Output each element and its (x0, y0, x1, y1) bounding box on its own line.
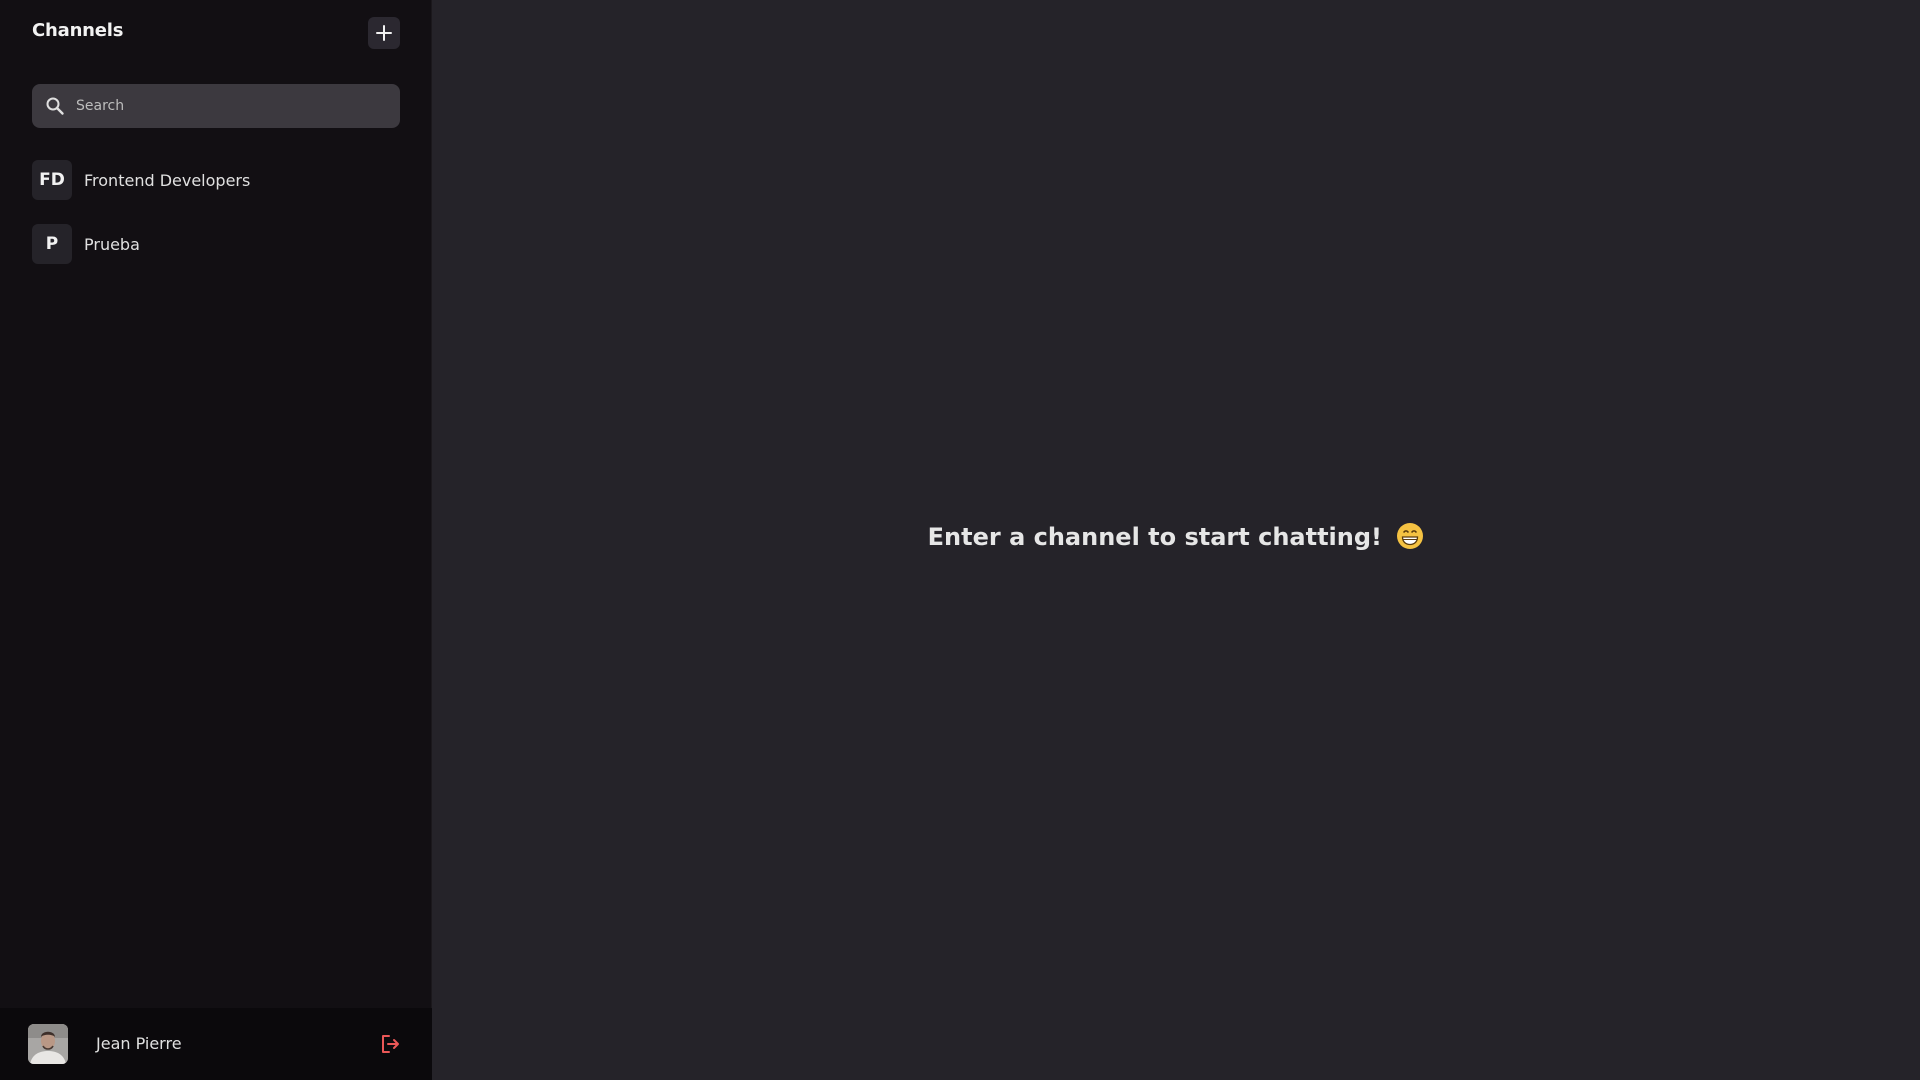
search-box[interactable] (32, 84, 400, 128)
app-window: Channels FD Frontend Developers P Prueba (0, 0, 1920, 1080)
channel-avatar: P (32, 224, 72, 264)
logout-icon (382, 1035, 399, 1053)
logout-button[interactable] (378, 1032, 402, 1056)
add-channel-button[interactable] (368, 17, 400, 49)
user-avatar-photo (28, 1024, 68, 1064)
user-avatar[interactable] (28, 1024, 68, 1064)
grinning-face-emoji (1397, 523, 1424, 549)
channel-avatar: FD (32, 160, 72, 200)
channel-list: FD Frontend Developers P Prueba (32, 160, 400, 288)
channel-item-prueba[interactable]: P Prueba (32, 224, 400, 264)
search-icon (46, 97, 64, 115)
main-content: Enter a channel to start chatting! (432, 0, 1920, 1080)
user-name: Jean Pierre (96, 1034, 182, 1053)
sidebar-header: Channels (32, 17, 400, 49)
sidebar-title: Channels (32, 20, 124, 41)
sidebar: Channels FD Frontend Developers P Prueba (0, 0, 432, 1080)
empty-state-message: Enter a channel to start chatting! (927, 523, 1382, 551)
plus-icon (376, 25, 392, 41)
channel-name: Frontend Developers (84, 170, 251, 190)
user-bar: Jean Pierre (0, 1008, 432, 1080)
search-input[interactable] (76, 84, 392, 128)
channel-name: Prueba (84, 234, 140, 254)
channel-item-frontend-developers[interactable]: FD Frontend Developers (32, 160, 400, 200)
empty-state: Enter a channel to start chatting! (432, 522, 1920, 551)
